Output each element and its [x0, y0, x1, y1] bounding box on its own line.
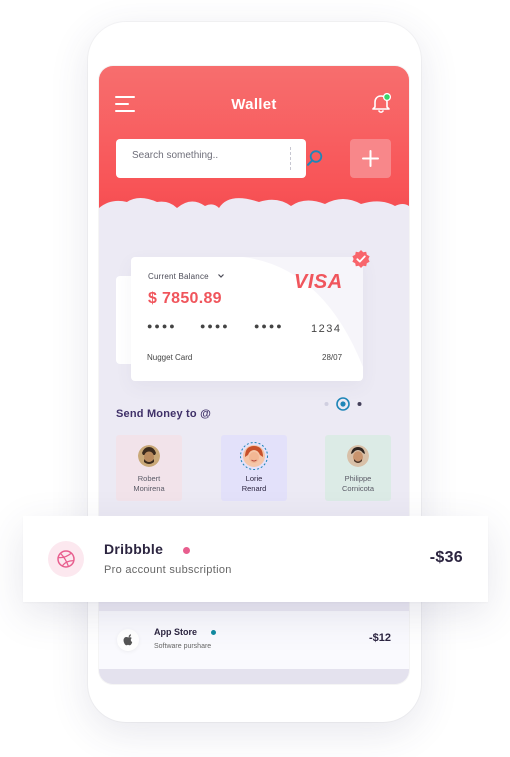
contact-last-name: Monirena — [133, 484, 165, 493]
search-input[interactable] — [132, 150, 282, 161]
page-title: Wallet — [231, 96, 277, 113]
notification-bell-icon[interactable] — [371, 92, 392, 115]
chevron-down-icon[interactable] — [217, 272, 225, 280]
transaction-description: Pro account subscription — [104, 564, 232, 576]
balance-amount: $ 7850.89 — [148, 290, 222, 307]
stage: Wallet Search something.. Current Balanc… — [0, 0, 510, 757]
contact-last-name: Cornicota — [341, 484, 375, 493]
verified-badge-icon — [351, 249, 371, 269]
transaction-status-dot — [183, 547, 190, 554]
transaction-amount: -$36 — [429, 549, 463, 566]
send-money-title: Send Money to @ — [116, 408, 212, 420]
contact-lorie[interactable]: Lorie Renard — [221, 435, 287, 501]
card-name: Nugget Card — [147, 353, 193, 362]
transaction-name: App Store — [154, 627, 198, 637]
search-divider — [290, 147, 291, 170]
plus-icon — [362, 150, 379, 167]
search-icon[interactable] — [306, 149, 324, 167]
carousel-dots — [324, 397, 362, 411]
card-expiry: 28/07 — [322, 353, 343, 362]
visa-logo: VISA — [294, 271, 343, 293]
transaction-amount: -$12 — [368, 632, 391, 644]
search-bar — [116, 139, 323, 178]
card-number-group: ●●●● — [254, 321, 284, 331]
avatar — [347, 445, 369, 467]
card-number-group: ●●●● — [147, 321, 177, 331]
add-button[interactable] — [350, 139, 391, 178]
transaction-status-dot — [211, 630, 216, 635]
card-last-four: 1234 — [311, 323, 342, 335]
contact-first-name: Robert — [137, 474, 161, 483]
transaction-row-app-store[interactable]: App Store Software purshare -$12 — [99, 611, 409, 669]
card-number-group: ●●●● — [200, 321, 230, 331]
featured-transaction-card[interactable]: Dribbble Pro account subscription -$36 — [23, 516, 488, 602]
apple-icon — [117, 629, 139, 651]
avatar — [138, 445, 160, 467]
contact-first-name: Philippe — [344, 474, 372, 483]
transaction-name: Dribbble — [104, 541, 164, 557]
contact-robert[interactable]: Robert Monirena — [116, 435, 182, 501]
transaction-description: Software purshare — [154, 643, 212, 650]
carousel-dot[interactable] — [357, 402, 362, 406]
balance-label: Current Balance — [148, 272, 209, 281]
contact-first-name: Lorie — [245, 474, 263, 483]
contact-philippe[interactable]: Philippe Cornicota — [325, 435, 391, 501]
carousel-dot[interactable] — [324, 402, 329, 406]
carousel-dot-active-center — [340, 401, 346, 407]
list-footer — [99, 669, 409, 684]
contact-last-name: Renard — [241, 484, 267, 493]
avatar — [240, 442, 268, 470]
credit-card[interactable]: Current Balance $ 7850.89 VISA ●●●● ●●●●… — [131, 257, 363, 381]
dribbble-icon — [48, 541, 84, 577]
